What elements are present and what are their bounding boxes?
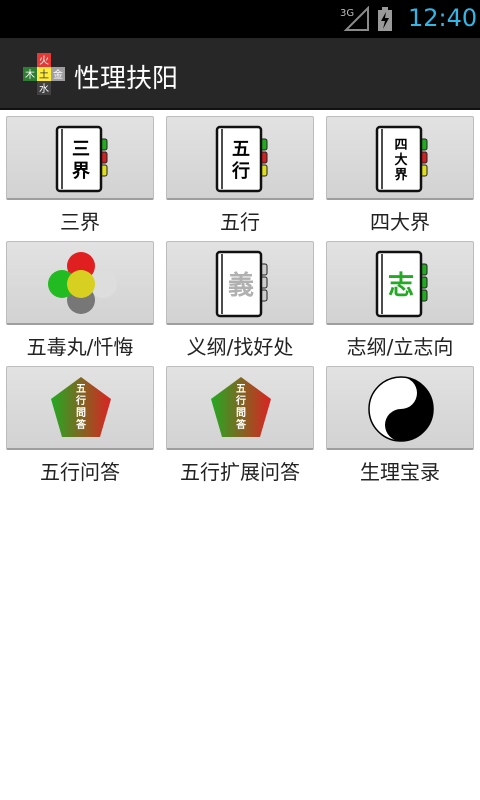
grid-item-button[interactable] [6,241,154,325]
book-icon: 四大界 [375,125,428,193]
book-title-char: 三 [72,139,90,160]
grid-item-label: 五毒丸/忏悔 [26,335,134,359]
grid-item-label: 义纲/找好处 [186,335,294,359]
book-icon: 三界 [55,125,108,193]
grid-item-label: 生理宝录 [360,460,440,484]
network-type: 3G [340,8,354,19]
action-bar: 火木土金水 性理扶阳 [0,38,480,110]
pentagon-icon: 五行問答 [51,377,111,437]
yin-yang-icon [368,376,434,442]
pentagon-icon: 五行問答 [211,377,271,437]
yin-yang-icon [368,376,434,442]
grid-item-button[interactable]: 四大界 [326,116,474,200]
grid-item[interactable]: 三界三界 [6,110,156,234]
book-title-char: 義 [228,271,254,301]
logo-char: 金 [53,68,63,81]
grid-item[interactable]: 五行問答五行问答 [6,360,156,484]
five-circles-icon [48,252,117,314]
book-title-char: 界 [394,167,407,183]
grid-item[interactable]: 五毒丸/忏悔 [6,235,156,359]
book-title-char: 四 [394,138,407,153]
pentagon-char: 問 [236,407,246,419]
logo-char: 土 [39,68,49,81]
grid-item-button[interactable] [326,366,474,450]
grid-item-label: 三界 [60,210,100,234]
book-title-char: 志 [388,271,414,301]
grid-item-label: 五行扩展问答 [180,460,300,484]
grid-item-label: 五行 [220,210,260,234]
book-icon: 五行 [215,125,268,193]
book-icon: 五行 [215,125,268,193]
book-icon: 義 [215,250,268,318]
grid-item-button[interactable]: 志 [326,241,474,325]
app-logo-icon[interactable]: 火木土金水 [22,52,66,96]
status-bar: 3G 12:40 [0,0,480,38]
battery-charging-icon [378,7,392,31]
pentagon-char: 答 [235,418,247,431]
logo-char: 水 [39,83,49,95]
grid-item-button[interactable]: 義 [166,241,314,325]
grid-item[interactable]: 四大界四大界 [326,110,476,234]
grid-item[interactable]: 義义纲/找好处 [166,235,316,359]
book-title-char: 大 [394,152,407,168]
pentagon-char: 五 [236,383,246,395]
status-clock: 12:40 [408,4,478,32]
grid-item-label: 志纲/立志向 [346,335,454,359]
app-title: 性理扶阳 [74,64,179,94]
pentagon-char: 答 [75,418,87,431]
grid-item-label: 五行问答 [40,460,120,484]
book-icon: 志 [375,250,428,318]
signal-3g-icon: 3G [340,6,369,31]
pentagon-char: 行 [235,394,246,407]
book-title-char: 行 [231,160,250,182]
book-icon: 義 [215,250,268,318]
book-title-char: 五 [232,139,250,160]
grid-item-button[interactable]: 五行 [166,116,314,200]
grid-item[interactable]: 五行五行 [166,110,316,234]
grid-item[interactable]: 五行問答五行扩展问答 [166,360,316,484]
five-circles-icon [48,252,117,314]
book-icon: 志 [375,250,428,318]
grid-item[interactable]: 生理宝录 [326,360,476,484]
pentagon-char: 問 [76,407,86,419]
pentagon-char: 行 [75,394,86,407]
grid-item-button[interactable]: 三界 [6,116,154,200]
grid-item-button[interactable]: 五行問答 [166,366,314,450]
book-icon: 三界 [55,125,108,193]
grid-item-button[interactable]: 五行問答 [6,366,154,450]
book-title-char: 界 [72,161,90,182]
logo-char: 木 [25,69,35,81]
book-icon: 四大界 [375,125,428,193]
pentagon-char: 五 [76,383,86,395]
logo-char: 火 [39,55,49,67]
pentagon-icon: 五行問答 [211,377,271,437]
grid-item-label: 四大界 [370,210,430,234]
pentagon-icon: 五行問答 [51,377,111,437]
grid-item[interactable]: 志志纲/立志向 [326,235,476,359]
